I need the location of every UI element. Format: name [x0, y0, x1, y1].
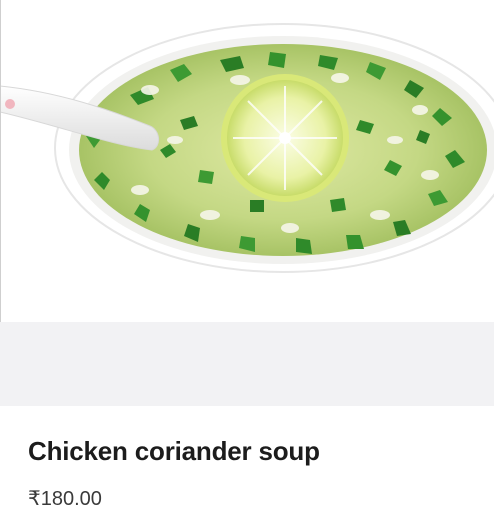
product-card[interactable]: Chicken coriander soup ₹180.00 [0, 0, 494, 512]
lemon-slice [221, 74, 349, 202]
spacer-band [0, 322, 494, 406]
product-details: Chicken coriander soup ₹180.00 [0, 406, 494, 512]
product-name: Chicken coriander soup [28, 436, 320, 466]
image-edge [0, 0, 1, 322]
product-image[interactable] [0, 0, 494, 322]
soup-bowl-image [0, 23, 494, 273]
product-price: ₹180.00 [28, 488, 102, 510]
